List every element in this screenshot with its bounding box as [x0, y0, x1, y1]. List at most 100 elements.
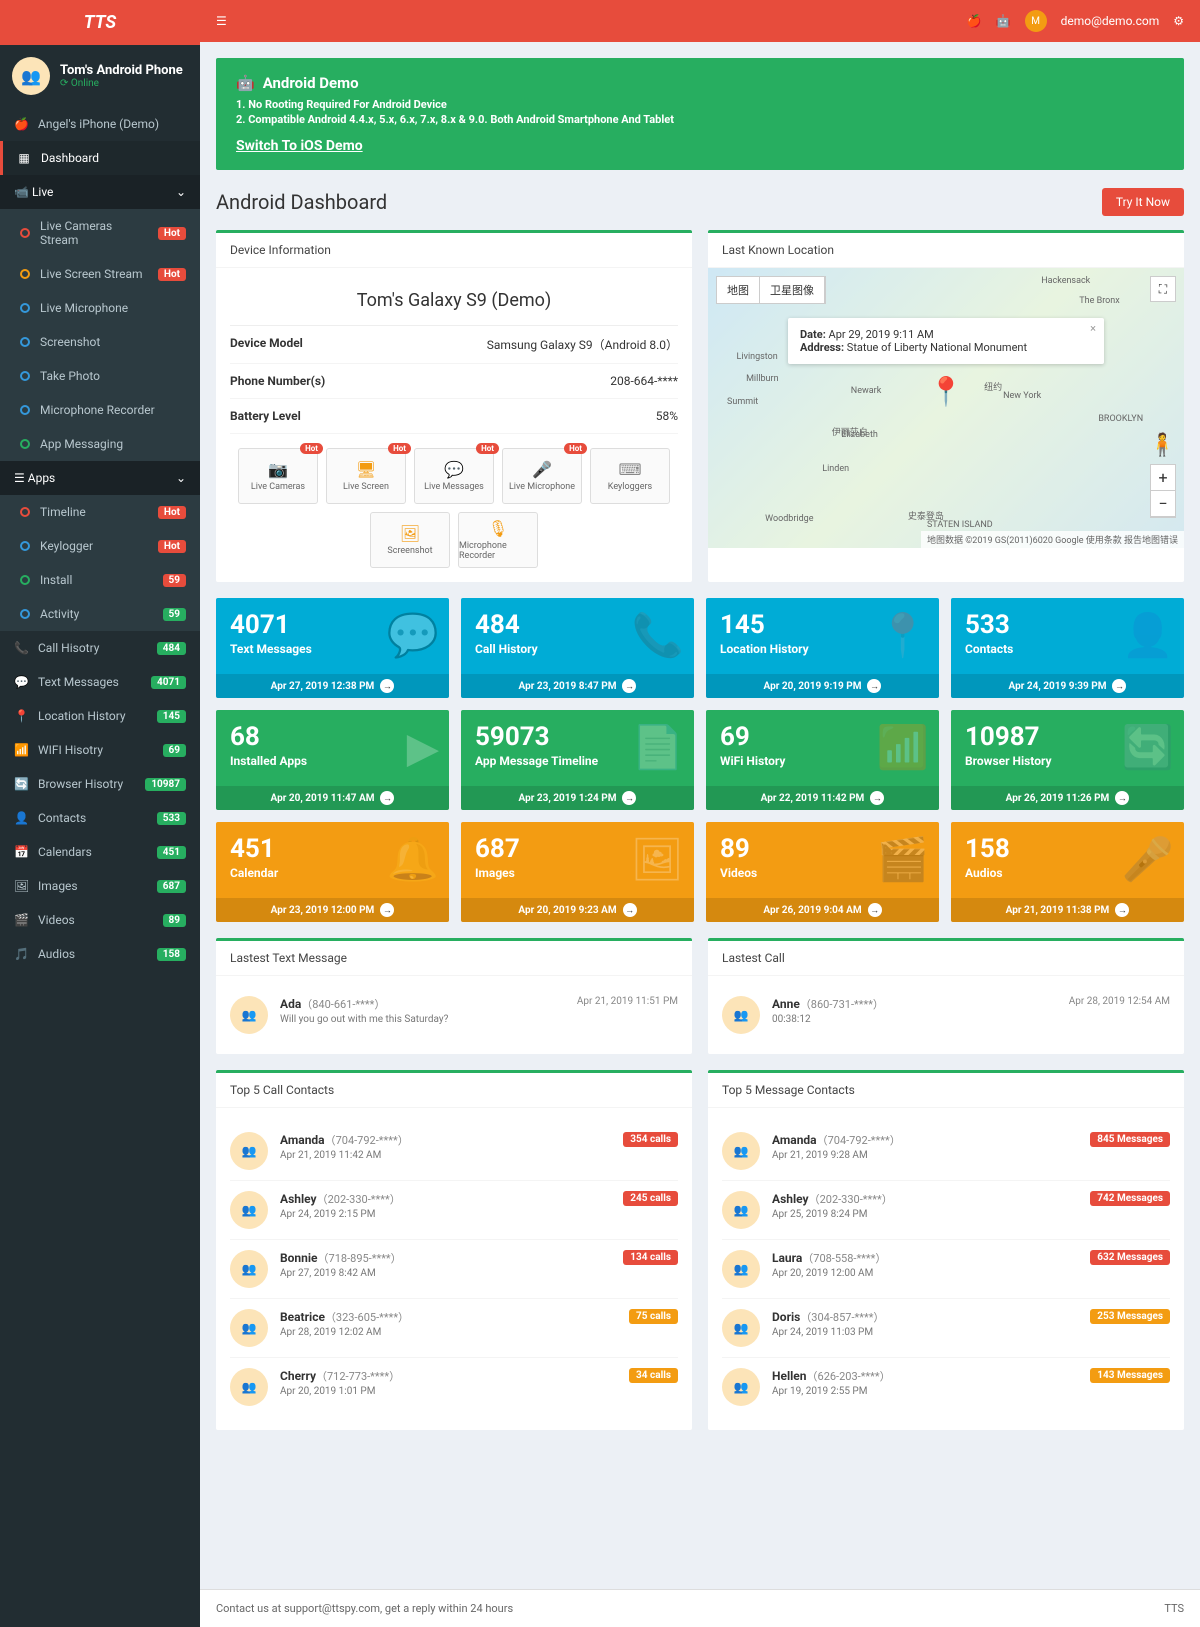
fullscreen-icon[interactable]: ⛶ [1150, 276, 1176, 302]
stat-footer[interactable]: Apr 21, 2019 11:38 PM→ [951, 898, 1184, 922]
zoom-in-button[interactable]: + [1151, 465, 1175, 491]
sidebar-item[interactable]: 🖼Images687 [0, 869, 200, 903]
contact-row[interactable]: 👥Laura（708-558-****）Apr 20, 2019 12:00 A… [722, 1240, 1170, 1299]
user-email[interactable]: demo@demo.com [1061, 14, 1160, 28]
topbar: ☰ 🍎 🤖 M demo@demo.com ⚙ [200, 0, 1200, 42]
location-header: Last Known Location [708, 233, 1184, 268]
stat-footer[interactable]: Apr 22, 2019 11:42 PM→ [706, 786, 939, 810]
contact-row[interactable]: 👥Ashley（202-330-****）Apr 24, 2019 2:15 P… [230, 1181, 678, 1240]
sidebar-live-header[interactable]: 📹 Live⌄ [0, 175, 200, 209]
stat-icon: 🎤 [1122, 836, 1174, 885]
stat-card[interactable]: 68Installed Apps▶Apr 20, 2019 11:47 AM→ [216, 710, 449, 810]
stat-footer[interactable]: Apr 26, 2019 9:04 AM→ [706, 898, 939, 922]
logo[interactable]: TTS [0, 0, 200, 45]
nav-icon: 💬 [14, 675, 28, 689]
stat-footer[interactable]: Apr 23, 2019 8:47 PM→ [461, 674, 694, 698]
android-icon[interactable]: 🤖 [996, 14, 1011, 28]
android-icon: 🤖 [236, 74, 255, 92]
quick-action-button[interactable]: 🎙Microphone Recorder [458, 512, 538, 568]
avatar: 👥 [722, 1250, 760, 1288]
stat-footer[interactable]: Apr 20, 2019 11:47 AM→ [216, 786, 449, 810]
settings-icon[interactable]: ⚙ [1173, 14, 1184, 28]
sidebar-item[interactable]: 🎬Videos89 [0, 903, 200, 937]
sidebar-item[interactable]: 📅Calendars451 [0, 835, 200, 869]
badge: Hot [158, 227, 186, 240]
stat-footer[interactable]: Apr 20, 2019 9:23 AM→ [461, 898, 694, 922]
contact-row[interactable]: 👥Beatrice（323-605-****）Apr 28, 2019 12:0… [230, 1299, 678, 1358]
stat-card[interactable]: 687Images🖼Apr 20, 2019 9:23 AM→ [461, 822, 694, 922]
user-avatar[interactable]: M [1025, 10, 1047, 32]
stat-footer[interactable]: Apr 26, 2019 11:26 PM→ [951, 786, 1184, 810]
sidebar-item[interactable]: 📍Location History145 [0, 699, 200, 733]
sidebar-item[interactable]: 📶WIFI Hisotry69 [0, 733, 200, 767]
nav-icon: 👤 [14, 811, 28, 825]
sidebar-item[interactable]: 💬Text Messages4071 [0, 665, 200, 699]
stat-footer[interactable]: Apr 20, 2019 9:19 PM→ [706, 674, 939, 698]
stat-card[interactable]: 451Calendar🔔Apr 23, 2019 12:00 PM→ [216, 822, 449, 922]
sidebar-live-item[interactable]: Live Screen StreamHot [0, 257, 200, 291]
sidebar-dashboard[interactable]: ▦Dashboard [0, 141, 200, 175]
stat-card[interactable]: 4071Text Messages💬Apr 27, 2019 12:38 PM→ [216, 598, 449, 698]
quick-action-button[interactable]: ⌨Keyloggers [590, 448, 670, 504]
sidebar-demo-device[interactable]: 🍎Angel's iPhone (Demo) [0, 107, 200, 141]
quick-icon: ⌨ [618, 460, 641, 479]
stat-card[interactable]: 69WiFi History📶Apr 22, 2019 11:42 PM→ [706, 710, 939, 810]
stat-card[interactable]: 484Call History📞Apr 23, 2019 8:47 PM→ [461, 598, 694, 698]
stat-footer[interactable]: Apr 23, 2019 12:00 PM→ [216, 898, 449, 922]
menu-toggle[interactable]: ☰ [216, 14, 227, 28]
quick-action-button[interactable]: 🖼Screenshot [370, 512, 450, 568]
stat-card[interactable]: 89Videos🎬Apr 26, 2019 9:04 AM→ [706, 822, 939, 922]
map-pin-icon[interactable]: 📍 [929, 375, 964, 408]
sidebar-live-item[interactable]: Live Microphone [0, 291, 200, 325]
switch-demo-link[interactable]: Switch To iOS Demo [236, 138, 363, 154]
demo-alert: 🤖Android Demo 1. No Rooting Required For… [216, 58, 1184, 170]
sidebar-item[interactable]: 👤Contacts533 [0, 801, 200, 835]
stat-card[interactable]: 533Contacts👤Apr 24, 2019 9:39 PM→ [951, 598, 1184, 698]
close-icon[interactable]: × [1090, 322, 1096, 335]
stat-footer[interactable]: Apr 27, 2019 12:38 PM→ [216, 674, 449, 698]
try-it-button[interactable]: Try It Now [1102, 188, 1184, 216]
sidebar-item[interactable]: 📞Call Hisotry484 [0, 631, 200, 665]
sidebar-live-item[interactable]: Screenshot [0, 325, 200, 359]
sidebar-item[interactable]: 🎵Audios158 [0, 937, 200, 971]
contact-row[interactable]: 👥Hellen（626-203-****）Apr 19, 2019 2:55 P… [722, 1358, 1170, 1416]
stat-card[interactable]: 59073App Message Timeline📄Apr 23, 2019 1… [461, 710, 694, 810]
badge: 69 [163, 744, 186, 757]
sidebar-item[interactable]: 🔄Browser Hisotry10987 [0, 767, 200, 801]
contact-row[interactable]: 👥Amanda（704-792-****）Apr 21, 2019 9:28 A… [722, 1122, 1170, 1181]
stat-card[interactable]: 10987Browser History🔄Apr 26, 2019 11:26 … [951, 710, 1184, 810]
zoom-out-button[interactable]: − [1151, 491, 1175, 517]
contact-row[interactable]: 👥Ashley（202-330-****）Apr 25, 2019 8:24 P… [722, 1181, 1170, 1240]
map-tab-map[interactable]: 地图 [717, 277, 760, 303]
quick-action-button[interactable]: Hot💬Live Messages [414, 448, 494, 504]
sidebar-apps-item[interactable]: Activity59 [0, 597, 200, 631]
contact-row[interactable]: 👥Amanda（704-792-****）Apr 21, 2019 11:42 … [230, 1122, 678, 1181]
sidebar-live-item[interactable]: App Messaging [0, 427, 200, 461]
sidebar-apps-item[interactable]: KeyloggerHot [0, 529, 200, 563]
pegman-icon[interactable]: 🧍 [1149, 433, 1176, 458]
sidebar-live-item[interactable]: Live Cameras StreamHot [0, 209, 200, 257]
stat-footer[interactable]: Apr 23, 2019 1:24 PM→ [461, 786, 694, 810]
quick-action-button[interactable]: Hot📷Live Cameras [238, 448, 318, 504]
stat-card[interactable]: 145Location History📍Apr 20, 2019 9:19 PM… [706, 598, 939, 698]
contact-row[interactable]: 👥Cherry（712-773-****）Apr 20, 2019 1:01 P… [230, 1358, 678, 1416]
contact-row[interactable]: 👥Bonnie（718-895-****）Apr 27, 2019 8:42 A… [230, 1240, 678, 1299]
quick-action-button[interactable]: Hot🖥Live Screen [326, 448, 406, 504]
stat-card[interactable]: 158Audios🎤Apr 21, 2019 11:38 PM→ [951, 822, 1184, 922]
map-label: 史泰登岛 [908, 509, 944, 522]
sidebar-live-item[interactable]: Take Photo [0, 359, 200, 393]
sidebar-live-item[interactable]: Microphone Recorder [0, 393, 200, 427]
contact-row[interactable]: 👥Doris（304-857-****）Apr 24, 2019 11:03 P… [722, 1299, 1170, 1358]
quick-action-button[interactable]: Hot🎤Live Microphone [502, 448, 582, 504]
map-label: Hackensack [1041, 276, 1090, 286]
sidebar-apps-item[interactable]: TimelineHot [0, 495, 200, 529]
sidebar-apps-header[interactable]: ☰ Apps⌄ [0, 461, 200, 495]
nav-icon: 📞 [14, 641, 28, 655]
stat-footer[interactable]: Apr 24, 2019 9:39 PM→ [951, 674, 1184, 698]
sidebar-apps-item[interactable]: Install59 [0, 563, 200, 597]
avatar: 👥 [230, 1309, 268, 1347]
map[interactable]: HackensackThe BronxNewark纽约New YorkBROOK… [708, 268, 1184, 548]
badge: 89 [163, 914, 186, 927]
map-tab-satellite[interactable]: 卫星图像 [760, 277, 825, 303]
apple-icon[interactable]: 🍎 [967, 14, 982, 28]
